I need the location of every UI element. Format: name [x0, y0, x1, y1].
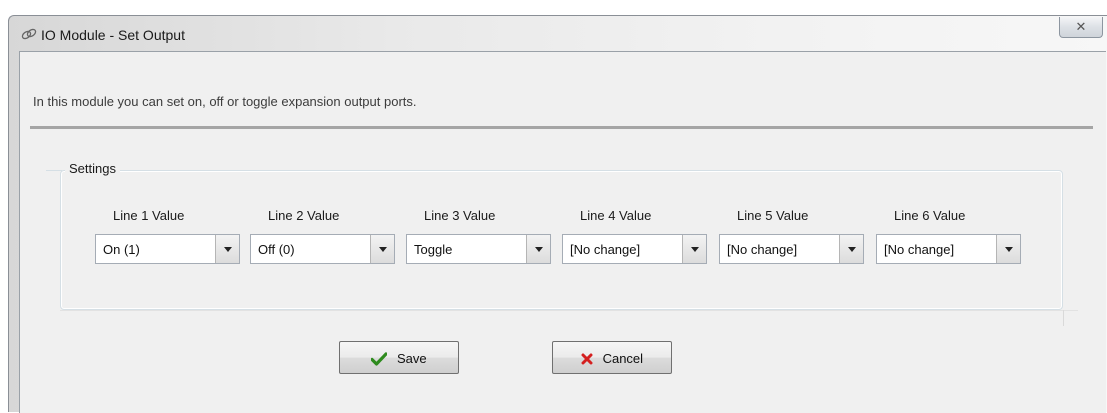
- settings-group-label: Settings: [65, 161, 120, 176]
- header-separator: [30, 126, 1093, 129]
- line-3-value-select[interactable]: Toggle: [406, 234, 551, 264]
- chain-link-icon: [21, 28, 37, 40]
- line-5-value-select[interactable]: [No change]: [719, 234, 864, 264]
- close-button[interactable]: ✕: [1059, 17, 1103, 38]
- groupbox-shadow-v: [1063, 310, 1064, 326]
- chevron-down-icon[interactable]: [839, 235, 863, 263]
- chevron-down-icon[interactable]: [215, 235, 239, 263]
- line-1-value-select[interactable]: On (1): [95, 234, 240, 264]
- line-1-label: Line 1 Value: [113, 208, 185, 223]
- groupbox-border-left: [46, 170, 62, 171]
- line-6-label: Line 6 Value: [894, 208, 966, 223]
- cancel-button[interactable]: Cancel: [552, 341, 672, 374]
- checkmark-icon: [371, 351, 388, 366]
- line-5-label: Line 5 Value: [737, 208, 809, 223]
- chevron-down-icon[interactable]: [682, 235, 706, 263]
- line-3-selected-value: Toggle: [414, 242, 453, 257]
- line-5-selected-value: [No change]: [727, 242, 798, 257]
- line-2-selected-value: Off (0): [258, 242, 295, 257]
- line-1-selected-value: On (1): [103, 242, 140, 257]
- chevron-down-icon[interactable]: [370, 235, 394, 263]
- groupbox-shadow-h: [60, 310, 1078, 311]
- close-icon: ✕: [1075, 19, 1087, 34]
- line-4-selected-value: [No change]: [570, 242, 641, 257]
- cancel-button-label: Cancel: [602, 351, 644, 367]
- chevron-down-icon[interactable]: [526, 235, 550, 263]
- line-3-label: Line 3 Value: [424, 208, 496, 223]
- title-bar[interactable]: IO Module - Set Output ✕: [9, 16, 1107, 51]
- line-4-value-select[interactable]: [No change]: [562, 234, 707, 264]
- line-2-label: Line 2 Value: [268, 208, 340, 223]
- line-4-label: Line 4 Value: [580, 208, 652, 223]
- save-button-label: Save: [396, 351, 427, 367]
- line-2-value-select[interactable]: Off (0): [250, 234, 395, 264]
- window-title: IO Module - Set Output: [41, 27, 185, 43]
- line-6-value-select[interactable]: [No change]: [876, 234, 1021, 264]
- line-6-selected-value: [No change]: [884, 242, 955, 257]
- chevron-down-icon[interactable]: [996, 235, 1020, 263]
- x-mark-icon: [581, 353, 593, 365]
- save-button[interactable]: Save: [339, 341, 459, 374]
- intro-text: In this module you can set on, off or to…: [33, 94, 417, 109]
